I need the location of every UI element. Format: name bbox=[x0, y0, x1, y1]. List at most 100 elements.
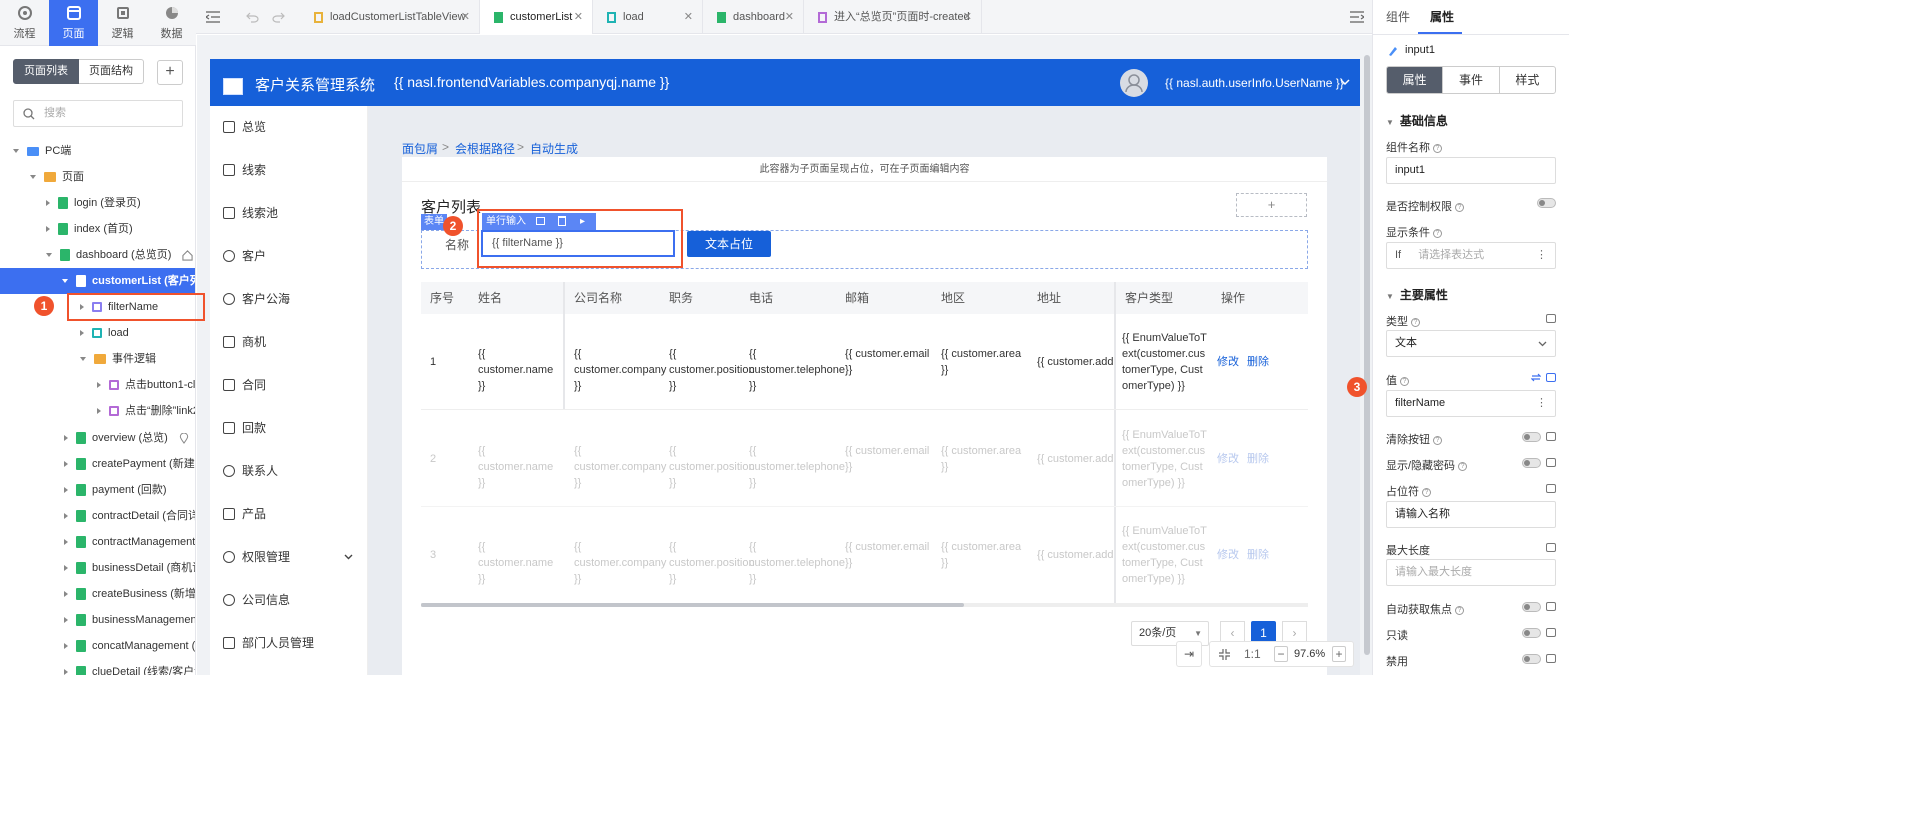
permission-toggle[interactable] bbox=[1537, 198, 1556, 208]
help-icon[interactable]: ? bbox=[1400, 376, 1409, 386]
code-icon[interactable] bbox=[1546, 373, 1556, 382]
redo-icon[interactable] bbox=[272, 11, 285, 23]
nav-logic[interactable]: 逻辑 bbox=[98, 0, 147, 46]
menu-item-contract[interactable]: 合同 bbox=[210, 364, 368, 407]
tree-item-pages[interactable]: 页面 bbox=[0, 164, 195, 190]
clear-toggle[interactable] bbox=[1522, 432, 1541, 442]
tree-item-pc[interactable]: PC端 bbox=[0, 138, 195, 164]
autofocus-toggle[interactable] bbox=[1522, 602, 1541, 612]
tab-property[interactable]: 属性 bbox=[1430, 0, 1454, 34]
edit-link[interactable]: 修改 bbox=[1217, 354, 1239, 370]
breadcrumb-item[interactable]: 面包屑 bbox=[402, 140, 438, 157]
help-icon[interactable]: ? bbox=[1433, 435, 1442, 445]
search-input[interactable]: 搜索 bbox=[13, 100, 183, 127]
type-select[interactable]: 文本 bbox=[1386, 330, 1556, 357]
close-icon[interactable]: ✕ bbox=[963, 0, 972, 34]
subtab-style[interactable]: 样式 bbox=[1498, 67, 1555, 93]
tree-item-businessmanagement[interactable]: businessManagement bbox=[0, 607, 195, 633]
condition-field[interactable]: If 请选择表达式 ⋮ bbox=[1386, 242, 1556, 269]
delete-link[interactable]: 删除 bbox=[1247, 354, 1269, 370]
breadcrumb-item[interactable]: 会根据路径 bbox=[455, 140, 515, 157]
tree-item-login[interactable]: login (登录页) bbox=[0, 190, 195, 216]
nav-data[interactable]: 数据 bbox=[147, 0, 196, 46]
menu-item-customer[interactable]: 客户 bbox=[210, 235, 368, 278]
compress-icon[interactable] bbox=[1218, 648, 1231, 661]
value-field[interactable]: filterName ⋮ bbox=[1386, 390, 1556, 417]
tree-item-event-link2[interactable]: 点击“删除”link2 bbox=[0, 398, 195, 424]
menu-item-customer-pool[interactable]: 客户公海 bbox=[210, 278, 368, 321]
add-page-button[interactable]: + bbox=[157, 60, 183, 85]
tree-item-contractmanagement[interactable]: contractManagement ( bbox=[0, 529, 195, 555]
code-icon[interactable] bbox=[1546, 654, 1556, 663]
help-icon[interactable]: ? bbox=[1433, 228, 1442, 238]
placeholder-field[interactable]: 请输入名称 bbox=[1386, 501, 1556, 528]
tree-item-cluedetail[interactable]: clueDetail (线索/客户详 bbox=[0, 659, 195, 675]
menu-item-department[interactable]: 部门人员管理 bbox=[210, 622, 368, 665]
menu-item-company[interactable]: 公司信息 bbox=[210, 579, 368, 622]
menu-item-product[interactable]: 产品 bbox=[210, 493, 368, 536]
tree-item-businessdetail[interactable]: businessDetail (商机详 bbox=[0, 555, 195, 581]
tab-loadcustomerlisttableview[interactable]: loadCustomerListTableView ✕ bbox=[300, 0, 480, 34]
maxlength-field[interactable]: 请输入最大长度 bbox=[1386, 559, 1556, 586]
tab-component[interactable]: 组件 bbox=[1386, 0, 1410, 34]
code-icon[interactable] bbox=[1546, 314, 1556, 323]
code-icon[interactable] bbox=[1546, 458, 1556, 467]
delete-link[interactable]: 删除 bbox=[1247, 547, 1269, 563]
tree-item-load[interactable]: load bbox=[0, 320, 195, 346]
tree-item-event-logic[interactable]: 事件逻辑 bbox=[0, 346, 195, 372]
subtab-property[interactable]: 属性 bbox=[1387, 67, 1443, 93]
menu-item-clue-pool[interactable]: 线索池 bbox=[210, 192, 368, 235]
section-basic[interactable]: ▼ 基础信息 bbox=[1386, 112, 1448, 129]
undo-icon[interactable] bbox=[246, 11, 259, 23]
menu-item-payment[interactable]: 回款 bbox=[210, 407, 368, 450]
help-icon[interactable]: ? bbox=[1455, 202, 1464, 212]
component-name-field[interactable]: input1 bbox=[1386, 157, 1556, 184]
close-icon[interactable]: ✕ bbox=[684, 0, 693, 34]
tree-item-createpayment[interactable]: createPayment (新建回 bbox=[0, 451, 195, 477]
menu-item-overview[interactable]: 总览 bbox=[210, 106, 368, 149]
collapse-right-panel-icon[interactable] bbox=[1350, 11, 1364, 23]
seg-page-structure[interactable]: 页面结构 bbox=[79, 59, 144, 84]
tab-dashboard-created[interactable]: 进入“总览页”页面时-created ✕ bbox=[804, 0, 982, 34]
seg-page-list[interactable]: 页面列表 bbox=[13, 59, 79, 84]
table-scrollbar-thumb[interactable] bbox=[421, 603, 964, 607]
delete-link[interactable]: 删除 bbox=[1247, 451, 1269, 467]
code-icon[interactable] bbox=[1546, 484, 1556, 493]
help-icon[interactable]: ? bbox=[1422, 487, 1431, 497]
tab-customerlist[interactable]: customerList ✕ bbox=[480, 0, 593, 34]
fit-width-icon[interactable]: ⇥ bbox=[1176, 641, 1202, 667]
search-button[interactable]: 文本占位 bbox=[687, 231, 771, 257]
help-icon[interactable]: ? bbox=[1458, 461, 1468, 471]
actual-size-button[interactable]: 1:1 bbox=[1244, 647, 1261, 661]
more-icon[interactable]: ⋮ bbox=[1536, 243, 1547, 268]
canvas-scrollbar-thumb[interactable] bbox=[1364, 55, 1370, 655]
menu-item-clue[interactable]: 线索 bbox=[210, 149, 368, 192]
tree-item-payment[interactable]: payment (回款) bbox=[0, 477, 195, 503]
code-icon[interactable] bbox=[1546, 432, 1556, 441]
close-icon[interactable]: ✕ bbox=[785, 0, 794, 34]
code-icon[interactable] bbox=[1546, 543, 1556, 552]
section-main[interactable]: ▼ 主要属性 bbox=[1386, 286, 1448, 303]
disabled-toggle[interactable] bbox=[1522, 654, 1541, 664]
zoom-in-button[interactable]: + bbox=[1332, 646, 1346, 662]
zoom-out-button[interactable]: − bbox=[1274, 646, 1288, 662]
help-icon[interactable]: ? bbox=[1433, 143, 1442, 153]
collapse-panel-icon[interactable] bbox=[206, 11, 220, 23]
add-slot-button[interactable]: + bbox=[1236, 193, 1307, 217]
menu-item-business[interactable]: 商机 bbox=[210, 321, 368, 364]
help-icon[interactable]: ? bbox=[1411, 317, 1420, 327]
edit-link[interactable]: 修改 bbox=[1217, 547, 1239, 563]
tree-item-event-button1[interactable]: 点击button1-cli bbox=[0, 372, 195, 398]
code-icon[interactable] bbox=[1546, 602, 1556, 611]
more-icon[interactable]: ⋮ bbox=[1536, 391, 1547, 416]
tree-item-customerlist[interactable]: customerList (客户列表 bbox=[0, 268, 195, 294]
avatar[interactable] bbox=[1120, 69, 1148, 97]
tree-item-concatmanagement[interactable]: concatManagement (联 bbox=[0, 633, 195, 659]
tab-load[interactable]: load ✕ bbox=[593, 0, 703, 34]
tree-item-overview[interactable]: overview (总览) bbox=[0, 425, 195, 451]
edit-link[interactable]: 修改 bbox=[1217, 451, 1239, 467]
tree-item-contractdetail[interactable]: contractDetail (合同详 bbox=[0, 503, 195, 529]
readonly-toggle[interactable] bbox=[1522, 628, 1541, 638]
subtab-event[interactable]: 事件 bbox=[1442, 67, 1498, 93]
tab-dashboard[interactable]: dashboard ✕ bbox=[703, 0, 804, 34]
